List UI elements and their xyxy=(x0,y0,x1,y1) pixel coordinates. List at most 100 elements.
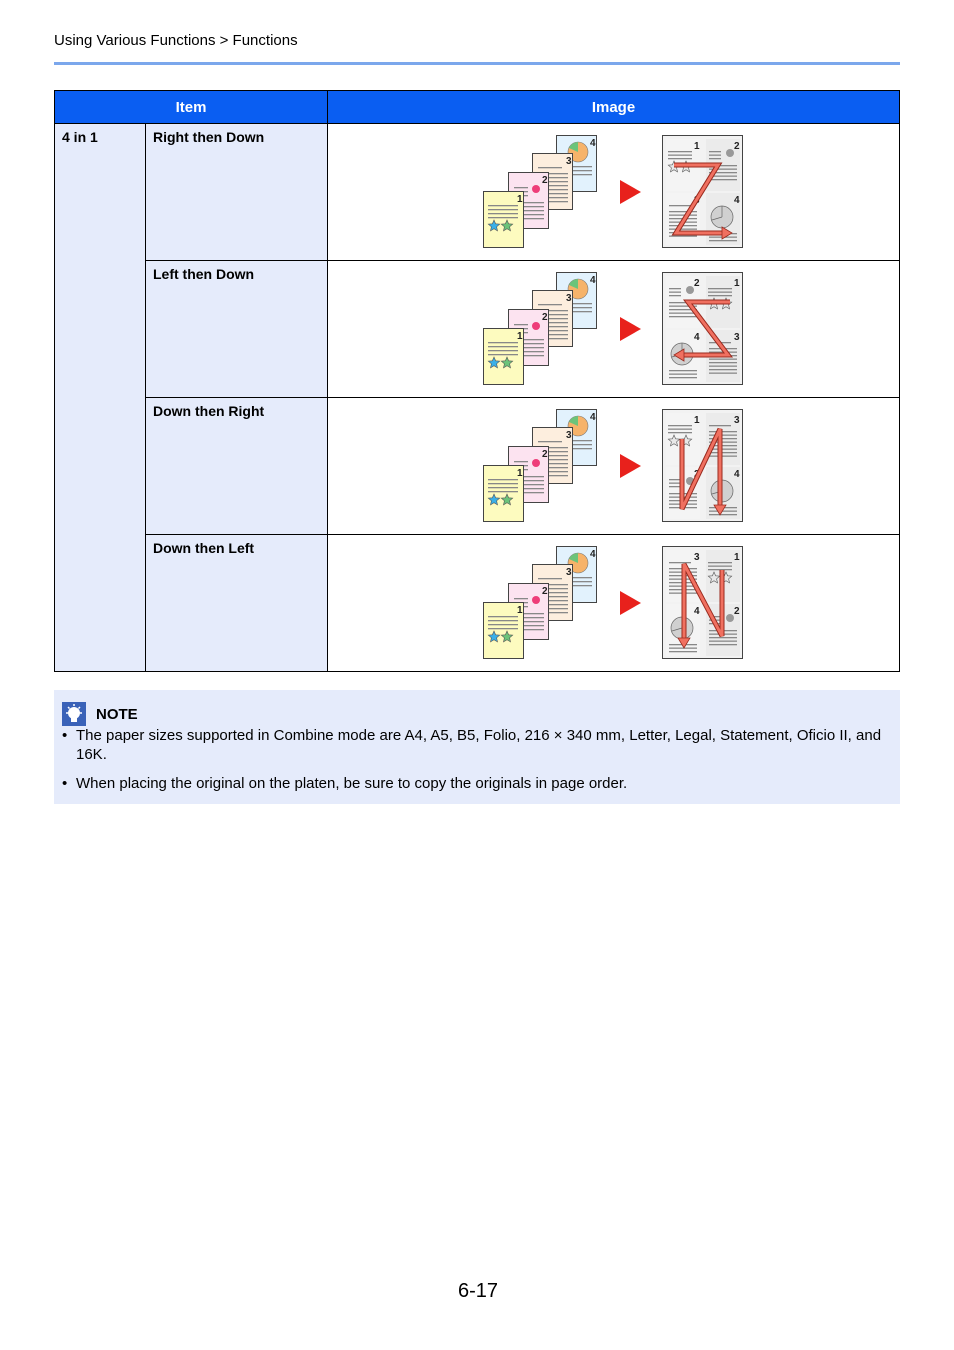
layout-illustration: 4 3 2 1 2 1 4 3 xyxy=(483,272,743,385)
combine-layout-table: Item Image 4 in 1 Right then Down 432112… xyxy=(54,90,900,672)
page-number-label: 1 xyxy=(517,468,523,479)
quadrant-number: 3 xyxy=(734,415,740,426)
layout-label: Down then Left xyxy=(145,534,328,672)
text-line xyxy=(488,479,518,481)
text-line xyxy=(488,346,518,348)
quadrant-number: 1 xyxy=(694,415,700,426)
page-number-label: 4 xyxy=(590,412,596,423)
header-rule xyxy=(54,62,900,65)
text-line xyxy=(709,240,737,242)
text-line xyxy=(669,211,697,213)
text-line xyxy=(668,432,692,434)
text-line xyxy=(709,637,737,639)
text-line xyxy=(669,316,697,318)
column-header-image: Image xyxy=(327,90,900,124)
page-number: 6-17 xyxy=(458,1280,499,1302)
text-line xyxy=(538,167,562,169)
page-number-label: 3 xyxy=(566,430,572,441)
image-cell: 4 3 2 1 3 1 4 2 xyxy=(327,534,900,672)
breadcrumb: Using Various Functions > Functions xyxy=(54,32,298,49)
quadrant-number: 2 xyxy=(734,141,740,152)
text-line xyxy=(709,154,721,156)
text-line xyxy=(669,205,691,207)
text-line xyxy=(669,235,697,237)
original-page-1: 1 xyxy=(483,465,524,522)
text-line xyxy=(709,425,731,427)
combined-sheet: 1 23 4 xyxy=(662,135,743,248)
combined-sheet: 3 1 4 2 xyxy=(662,546,743,659)
text-line xyxy=(668,158,692,160)
quadrant-number: 3 xyxy=(694,552,700,563)
text-line xyxy=(488,487,518,489)
text-line xyxy=(488,217,518,219)
layout-label: Down then Right xyxy=(145,397,328,535)
text-line xyxy=(538,304,562,306)
table-row: Left then Down 4 3 2 1 2 1 4 3 xyxy=(55,260,900,398)
quadrant-number: 4 xyxy=(734,469,740,480)
text-line xyxy=(709,179,737,181)
quadrant-number: 4 xyxy=(734,195,740,206)
text-line xyxy=(709,158,721,160)
text-line xyxy=(708,295,732,297)
text-line xyxy=(709,358,737,360)
page-number-label: 2 xyxy=(542,175,548,186)
text-line xyxy=(669,373,697,375)
note-item: When placing the original on the platen,… xyxy=(62,774,882,793)
quadrant-number: 2 xyxy=(734,606,740,617)
text-line xyxy=(709,151,721,153)
page-number-label: 1 xyxy=(517,605,523,616)
text-line xyxy=(514,461,528,463)
layout-label: Left then Down xyxy=(145,260,328,398)
text-line xyxy=(669,214,697,216)
text-line xyxy=(488,624,518,626)
text-line xyxy=(668,154,692,156)
text-line xyxy=(709,644,737,646)
layout-illustration: 43211 23 4 xyxy=(483,135,743,248)
text-line xyxy=(668,151,692,153)
image-cell: 43211324 xyxy=(327,397,900,535)
lightbulb-note-icon xyxy=(62,702,86,726)
page-number-label: 2 xyxy=(542,312,548,323)
text-line xyxy=(708,291,732,293)
dot-icon xyxy=(532,185,540,193)
text-line xyxy=(708,288,732,290)
dot-icon xyxy=(532,596,540,604)
original-page-1: 1 xyxy=(483,328,524,385)
text-line xyxy=(488,350,518,352)
dot-icon xyxy=(726,149,734,157)
text-line xyxy=(709,455,737,457)
text-line xyxy=(709,365,737,367)
text-line xyxy=(709,452,737,454)
text-line xyxy=(669,295,681,297)
quadrant-number: 4 xyxy=(694,606,700,617)
text-line xyxy=(669,228,697,230)
text-line xyxy=(514,598,528,600)
text-line xyxy=(488,354,518,356)
text-line xyxy=(488,628,518,630)
text-line xyxy=(669,647,697,649)
note-item: The paper sizes supported in Combine mod… xyxy=(62,726,882,764)
category-cell: 4 in 1 xyxy=(54,123,146,672)
text-line xyxy=(669,370,697,372)
text-line xyxy=(709,369,737,371)
arrow-right-icon xyxy=(620,454,641,478)
text-line xyxy=(709,362,737,364)
table-row: 4 in 1 Right then Down 4 3 2 1 1 2 3 4 xyxy=(54,123,900,672)
arrow-right-icon xyxy=(620,317,641,341)
layout-label: Right then Down xyxy=(145,123,328,261)
note-box: NOTE The paper sizes supported in Combin… xyxy=(54,690,900,804)
text-line xyxy=(669,486,681,488)
text-line xyxy=(488,616,518,618)
text-line xyxy=(709,431,737,433)
page-number-label: 2 xyxy=(542,449,548,460)
arrow-right-icon xyxy=(620,180,641,204)
text-line xyxy=(669,651,697,653)
quadrant-number: 4 xyxy=(694,332,700,343)
note-list: The paper sizes supported in Combine mod… xyxy=(62,726,882,803)
image-cell: 4 3 2 1 2 1 4 3 xyxy=(327,260,900,398)
text-line xyxy=(538,441,562,443)
text-line xyxy=(669,312,697,314)
quadrant-number: 1 xyxy=(734,552,740,563)
combined-sheet: 1 32 4 xyxy=(662,409,743,522)
text-line xyxy=(709,434,737,436)
